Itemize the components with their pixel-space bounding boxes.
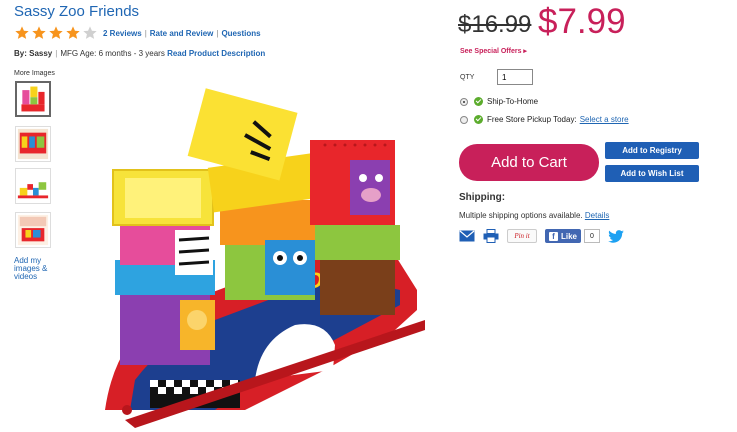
thumbnail-2[interactable] [15, 126, 51, 162]
separator: | [144, 29, 147, 38]
like-count: 0 [584, 229, 600, 243]
option-store-pickup[interactable]: Free Store Pickup Today: Select a store [460, 115, 629, 124]
twitter-icon[interactable] [608, 229, 624, 243]
radio-ship-to-home[interactable] [460, 97, 468, 106]
reviews-links: 2 Reviews | Rate and Review | Questions [103, 29, 261, 38]
facebook-like-label: Like [561, 231, 578, 241]
shipping-title: Shipping: [459, 192, 506, 203]
store-pickup-label: Free Store Pickup Today: [487, 115, 577, 124]
ship-to-home-label: Ship-To-Home [487, 97, 539, 106]
thumbnail-image [17, 214, 49, 246]
thumbnail-1[interactable] [15, 81, 51, 117]
star-full-icon [15, 26, 29, 39]
mfg-age: MFG Age: 6 months - 3 years [60, 49, 165, 58]
star-full-icon [49, 26, 63, 39]
reviews-link[interactable]: 2 Reviews [103, 29, 142, 38]
add-to-cart-button[interactable]: Add to Cart [459, 144, 599, 181]
shipping-details-link[interactable]: Details [585, 211, 609, 220]
thumbnail-4[interactable] [15, 212, 51, 248]
thumbnail-image [17, 128, 49, 160]
read-description-link[interactable]: Read Product Description [167, 49, 265, 58]
thumbnail-image [21, 86, 45, 112]
brand-row: By: Sassy | MFG Age: 6 months - 3 years Re… [14, 49, 265, 58]
more-images-label: More Images [14, 70, 55, 77]
option-ship-to-home[interactable]: Ship-To-Home [460, 97, 538, 106]
qty-label: QTY [460, 74, 475, 81]
product-main-image[interactable]: ZOO [95, 80, 435, 430]
star-empty-icon [83, 26, 97, 39]
add-images-link[interactable]: Add my images & videos [14, 257, 59, 281]
facebook-like-button[interactable]: f Like [545, 229, 582, 243]
star-full-icon [66, 26, 80, 39]
product-title: Sassy Zoo Friends [14, 3, 140, 20]
print-icon[interactable] [483, 229, 499, 243]
add-to-registry-button[interactable]: Add to Registry [605, 142, 699, 159]
add-to-wish-list-button[interactable]: Add to Wish List [605, 165, 699, 182]
share-row: Pin it f Like 0 [459, 227, 632, 245]
brand-name[interactable]: Sassy [29, 49, 52, 58]
separator: | [55, 49, 58, 58]
sale-price: $7.99 [538, 2, 626, 41]
shipping-description: Multiple shipping options available. [459, 211, 583, 220]
special-offers-link[interactable]: See Special Offers ▸ [460, 47, 527, 55]
star-full-icon [32, 26, 46, 39]
select-store-link[interactable]: Select a store [580, 115, 629, 124]
thumbnail-image [17, 182, 49, 199]
thumbnail-3[interactable] [15, 168, 51, 204]
separator: | [216, 29, 219, 38]
rating-stars[interactable] [14, 25, 99, 41]
email-icon[interactable] [459, 230, 475, 242]
radio-store-pickup[interactable] [460, 115, 468, 124]
original-price: $16.99 [458, 11, 532, 38]
facebook-icon: f [549, 231, 558, 241]
check-icon [474, 97, 483, 106]
facebook-like: f Like 0 [545, 229, 600, 243]
shipping-text: Multiple shipping options available. Det… [459, 211, 609, 220]
check-icon [474, 115, 483, 124]
by-label: By: [14, 49, 27, 58]
qty-input[interactable] [497, 69, 533, 85]
questions-link[interactable]: Questions [221, 29, 260, 38]
rate-review-link[interactable]: Rate and Review [150, 29, 214, 38]
pinterest-button[interactable]: Pin it [507, 229, 537, 243]
